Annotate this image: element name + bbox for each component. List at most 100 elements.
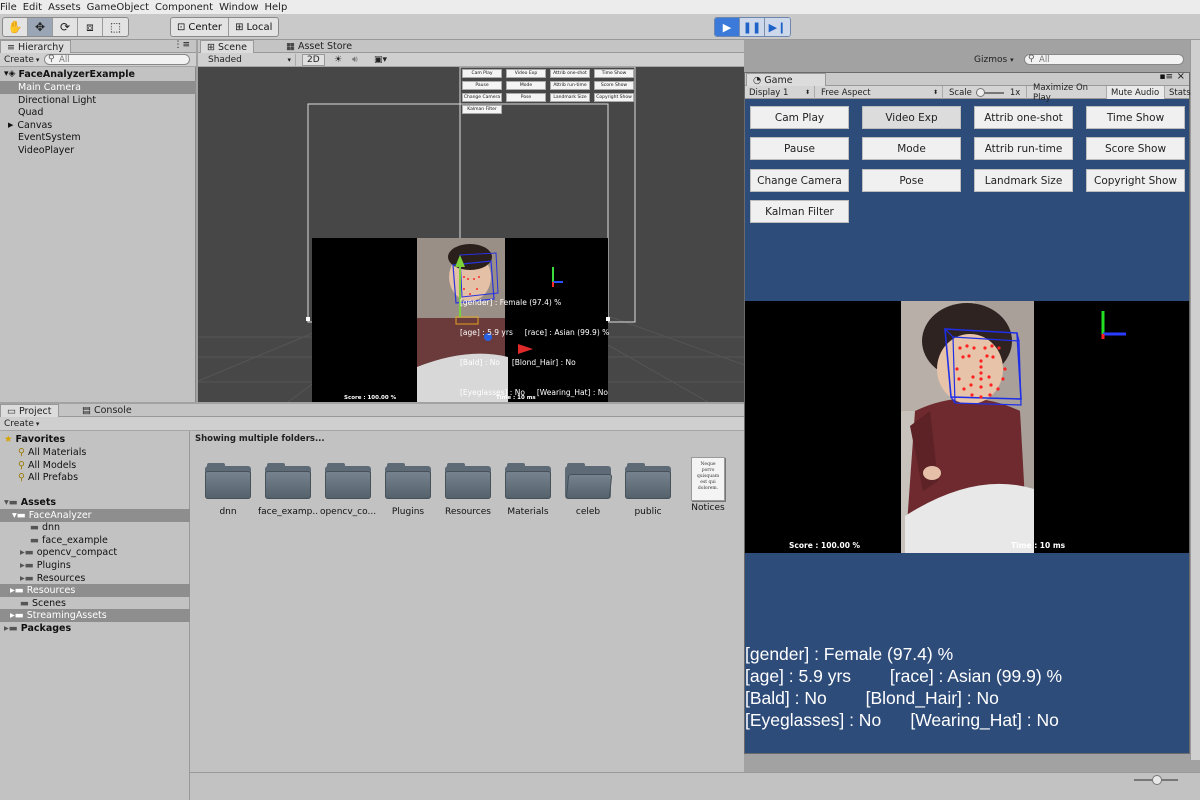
landmark-size-button[interactable]: Landmark Size [974, 169, 1073, 192]
scene-root[interactable]: ▾◈ FaceAnalyzerExample [0, 68, 196, 81]
change-camera-button[interactable]: Change Camera [750, 169, 849, 192]
tree-face-example[interactable]: ▬ face_example [0, 534, 190, 547]
menu-file[interactable]: File [0, 2, 23, 13]
tab-game[interactable]: ◔ Game [746, 73, 826, 86]
tab-project[interactable]: ▭ Project [0, 404, 59, 417]
folder-plugins[interactable]: Plugins [378, 463, 438, 517]
zoom-slider-thumb[interactable] [1152, 775, 1162, 785]
close-icon[interactable]: × [1177, 71, 1185, 82]
hand-icon[interactable]: ✋ [3, 18, 28, 36]
score-show-button[interactable]: Score Show [1086, 137, 1185, 160]
menu-assets[interactable]: Assets [48, 2, 87, 13]
hierarchy-item-directional-light[interactable]: Directional Light [0, 94, 196, 107]
menu-component[interactable]: Component [155, 2, 219, 13]
play-icon[interactable]: ▶ [715, 18, 740, 36]
folder-dnn[interactable]: dnn [198, 463, 258, 517]
scene-viewport[interactable]: Cam Play Video Exp Attrib one-shot Time … [198, 67, 744, 402]
tree-scenes[interactable]: ▬ Scenes [0, 597, 190, 610]
maximize-on-play-toggle[interactable]: Maximize On Play [1029, 83, 1107, 103]
effects-icon[interactable]: ▣▾ [370, 54, 391, 66]
panel-menu-icon[interactable]: ⋮≡ [173, 40, 190, 50]
hierarchy-item-main-camera[interactable]: Main Camera [0, 81, 196, 94]
pose-button[interactable]: Pose [862, 169, 961, 192]
time-show-button[interactable]: Time Show [1086, 106, 1185, 129]
menu-gameobject[interactable]: GameObject [87, 2, 155, 13]
rotate-icon[interactable]: ⟳ [53, 18, 78, 36]
folder-resources[interactable]: Resources [438, 463, 498, 517]
pivot-local-button[interactable]: ⊞ Local [229, 18, 278, 36]
tree-resources[interactable]: ▸▬ Resources [0, 584, 190, 597]
tree-opencv-compact[interactable]: ▸▬ opencv_compact [0, 546, 190, 559]
menu-help[interactable]: Help [265, 2, 294, 13]
scene-mini-pause[interactable]: Pause [462, 81, 502, 90]
attrib-run-time-button[interactable]: Attrib run-time [974, 137, 1073, 160]
audio-icon[interactable]: 🔊︎ [348, 54, 362, 66]
folder-public[interactable]: public [618, 463, 678, 517]
scene-mini-pose[interactable]: Pose [506, 93, 546, 102]
cam-play-button[interactable]: Cam Play [750, 106, 849, 129]
mode-2d-toggle[interactable]: 2D [302, 54, 325, 66]
scene-mini-attrib-run-time[interactable]: Attrib run-time [550, 81, 590, 90]
scene-mini-score-show[interactable]: Score Show [594, 81, 634, 90]
pause-icon[interactable]: ❚❚ [740, 18, 765, 36]
display-dropdown[interactable]: Display 1 ⬍ [745, 86, 815, 99]
expand-arrow-icon[interactable]: ▶ [8, 121, 13, 129]
menu-window[interactable]: Window [219, 2, 264, 13]
hierarchy-item-eventsystem[interactable]: EventSystem [0, 131, 196, 144]
file-notices[interactable]: Neque porro quisquam est qui dolorem. No… [678, 457, 738, 513]
lighting-icon[interactable]: ☀ [330, 54, 346, 66]
favorite-all-prefabs[interactable]: ⚲ All Prefabs [0, 471, 190, 484]
attrib-one-shot-button[interactable]: Attrib one-shot [974, 106, 1073, 129]
tab-console[interactable]: ▤ Console [76, 404, 138, 417]
hierarchy-search-input[interactable]: ⚲ All [44, 54, 190, 65]
scene-mini-video-exp[interactable]: Video Exp [506, 69, 546, 78]
scene-mini-kalman-filter[interactable]: Kalman Filter [462, 105, 502, 114]
hierarchy-item-videoplayer[interactable]: VideoPlayer [0, 144, 196, 157]
folder-face-example[interactable]: face_examp... [258, 463, 318, 517]
favorites-header[interactable]: ★ Favorites [0, 433, 190, 446]
scene-mini-attrib-one-shot[interactable]: Attrib one-shot [550, 69, 590, 78]
mute-audio-toggle[interactable]: Mute Audio [1107, 86, 1165, 99]
aspect-dropdown[interactable]: Free Aspect ⬍ [817, 86, 943, 99]
scene-mini-landmark-size[interactable]: Landmark Size [550, 93, 590, 102]
favorite-all-models[interactable]: ⚲ All Models [0, 459, 190, 472]
hierarchy-item-quad[interactable]: Quad [0, 106, 196, 119]
scene-mini-time-show[interactable]: Time Show [594, 69, 634, 78]
tree-resources-sub[interactable]: ▸▬ Resources [0, 572, 190, 585]
step-icon[interactable]: ▶❙ [765, 18, 790, 36]
copyright-show-button[interactable]: Copyright Show [1086, 169, 1185, 192]
scale-slider-thumb[interactable] [975, 87, 985, 97]
move-icon[interactable]: ✥ [28, 18, 53, 36]
shading-dropdown[interactable]: Shaded ▾ [204, 54, 296, 66]
scene-mini-copyright-show[interactable]: Copyright Show [594, 93, 634, 102]
kalman-filter-button[interactable]: Kalman Filter [750, 200, 849, 223]
scale-slider[interactable] [975, 87, 1004, 97]
window-menu-icon[interactable]: ▪≡ [1159, 72, 1173, 82]
packages-header[interactable]: ▸▬ Packages [0, 622, 190, 635]
video-exp-button[interactable]: Video Exp [862, 106, 961, 129]
scene-mini-mode[interactable]: Mode [506, 81, 546, 90]
scene-search-input[interactable]: ⚲ All [1024, 54, 1184, 65]
assets-header[interactable]: ▾▬ Assets [0, 496, 190, 509]
mode-button[interactable]: Mode [862, 137, 961, 160]
stats-toggle[interactable]: Stats [1165, 86, 1191, 99]
tab-scene[interactable]: ⊞ Scene [200, 40, 254, 53]
tree-dnn[interactable]: ▬ dnn [0, 521, 190, 534]
hierarchy-item-canvas[interactable]: ▶ Canvas [0, 119, 196, 132]
scale-icon[interactable]: ⧈ [78, 18, 103, 36]
create-dropdown[interactable]: Create ▾ [0, 54, 43, 66]
scale-control[interactable]: Scale 1x [945, 86, 1027, 99]
menu-edit[interactable]: Edit [23, 2, 48, 13]
folder-opencv-compact[interactable]: opencv_co... [318, 463, 378, 517]
project-create-dropdown[interactable]: Create ▾ [0, 418, 43, 430]
tree-streamingassets[interactable]: ▸▬ StreamingAssets [0, 609, 190, 622]
rect-icon[interactable]: ⬚ [103, 18, 128, 36]
pause-button[interactable]: Pause [750, 137, 849, 160]
scene-mini-change-camera[interactable]: Change Camera [462, 93, 502, 102]
tab-hierarchy[interactable]: ≡ Hierarchy [0, 40, 71, 53]
favorite-all-materials[interactable]: ⚲ All Materials [0, 446, 190, 459]
tree-plugins[interactable]: ▸▬ Plugins [0, 559, 190, 572]
right-scrollbar[interactable] [1190, 40, 1200, 760]
scene-mini-cam-play[interactable]: Cam Play [462, 69, 502, 78]
tab-asset-store[interactable]: ▦ Asset Store [280, 40, 358, 53]
